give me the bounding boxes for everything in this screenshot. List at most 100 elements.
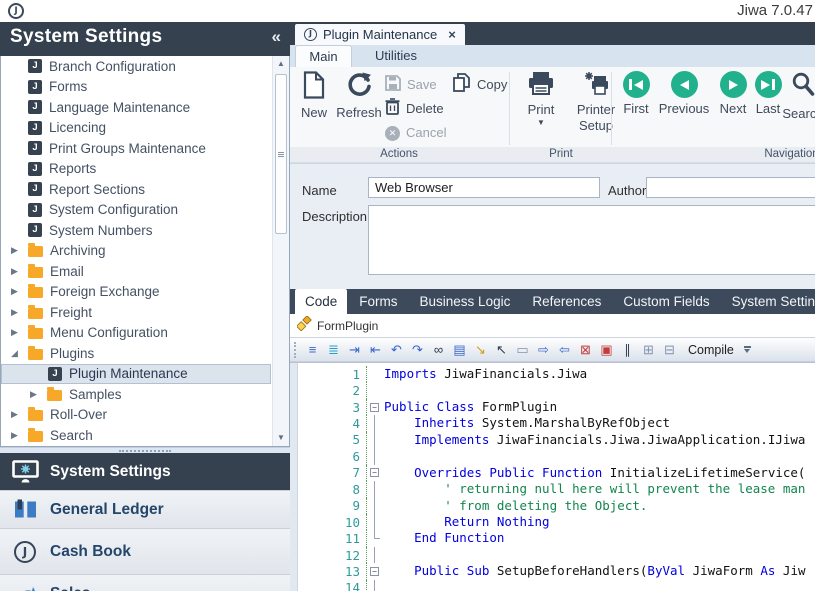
name-field[interactable]: [368, 177, 600, 198]
code-editor[interactable]: 1Imports JiwaFinancials.Jiwa23−Public Cl…: [290, 362, 815, 591]
format-document-icon[interactable]: ≡: [302, 341, 323, 359]
scroll-down-icon[interactable]: ▼: [273, 430, 289, 446]
expand-arrow-icon[interactable]: ▶: [28, 389, 47, 400]
scroll-up-icon[interactable]: ▲: [273, 56, 289, 72]
expand-arrow-icon[interactable]: ▶: [9, 245, 28, 256]
tree-item-language-maintenance[interactable]: JLanguage Maintenance: [1, 97, 271, 118]
tree-item-system-numbers[interactable]: JSystem Numbers: [1, 220, 271, 241]
delete-bookmark-icon[interactable]: ⊠: [575, 341, 596, 359]
nav-item-general-ledger[interactable]: General Ledger: [0, 491, 290, 529]
code-text[interactable]: ' returning null here will prevent the l…: [384, 481, 805, 497]
expand-arrow-icon[interactable]: ▶: [9, 327, 28, 338]
tab-custom-fields[interactable]: Custom Fields: [613, 289, 719, 314]
fold-collapse-icon[interactable]: −: [370, 567, 379, 576]
pause-icon[interactable]: ∥: [617, 341, 638, 359]
tree-item-roll-over[interactable]: ▶Roll-Over: [1, 405, 271, 426]
step-forward-icon[interactable]: ⇨: [533, 341, 554, 359]
toolbar-grip-icon[interactable]: [294, 342, 297, 358]
expand-arrow-icon[interactable]: ▶: [9, 286, 28, 297]
pointer-icon[interactable]: ↖: [491, 341, 512, 359]
expand-arrow-icon[interactable]: ▶: [9, 430, 28, 441]
cancel-button[interactable]: ✕ Cancel: [385, 121, 446, 145]
fold-collapse-icon[interactable]: −: [370, 468, 379, 477]
breakpoint-icon[interactable]: ▣: [596, 341, 617, 359]
delete-button[interactable]: Delete: [385, 97, 444, 121]
first-button[interactable]: First: [614, 71, 658, 116]
redo-icon[interactable]: ↷: [407, 341, 428, 359]
fold-margin: [366, 481, 380, 497]
run-window-icon[interactable]: ⊟: [659, 341, 680, 359]
tree-item-email[interactable]: ▶Email: [1, 261, 271, 282]
expand-arrow-icon[interactable]: ▶: [9, 409, 28, 420]
previous-button[interactable]: Previous: [656, 71, 712, 116]
close-tab-icon[interactable]: ×: [448, 27, 456, 42]
code-text[interactable]: Public Class FormPlugin: [384, 399, 557, 415]
new-button[interactable]: New: [296, 71, 332, 120]
tree-item-menu-configuration[interactable]: ▶Menu Configuration: [1, 323, 271, 344]
form-plugin-tab[interactable]: FormPlugin: [317, 319, 378, 333]
tree-item-forms[interactable]: JForms: [1, 77, 271, 98]
outdent-icon[interactable]: ⇤: [365, 341, 386, 359]
tree-scrollbar[interactable]: ▲ ▼: [272, 56, 289, 446]
tree-item-reports[interactable]: JReports: [1, 159, 271, 180]
tab-business-logic[interactable]: Business Logic: [410, 289, 521, 314]
fold-collapse-icon[interactable]: −: [370, 403, 379, 412]
tree-item-print-groups-maintenance[interactable]: JPrint Groups Maintenance: [1, 138, 271, 159]
next-button[interactable]: Next: [713, 71, 753, 116]
tree-item-branch-configuration[interactable]: JBranch Configuration: [1, 56, 271, 77]
find-icon[interactable]: ∞: [428, 341, 449, 359]
tab-forms[interactable]: Forms: [349, 289, 407, 314]
code-text[interactable]: Inherits System.MarshalByRefObject: [384, 415, 670, 431]
code-text[interactable]: Public Sub SetupBeforeHandlers(ByVal Jiw…: [384, 563, 806, 579]
tree-item-freight[interactable]: ▶Freight: [1, 302, 271, 323]
tree-item-system-configuration[interactable]: JSystem Configuration: [1, 200, 271, 221]
collapse-sidebar-icon[interactable]: «: [272, 27, 281, 47]
document-tab-plugin-maintenance[interactable]: J Plugin Maintenance ×: [295, 24, 465, 45]
format-selection-icon[interactable]: ≣: [323, 341, 344, 359]
compile-button[interactable]: Compile: [680, 343, 742, 357]
folder-icon: [28, 308, 43, 319]
tree-item-plugin-maintenance[interactable]: JPlugin Maintenance: [1, 364, 271, 385]
tree-item-report-sections[interactable]: JReport Sections: [1, 179, 271, 200]
comment-box-icon[interactable]: ▭: [512, 341, 533, 359]
tree-item-search[interactable]: ▶Search: [1, 425, 271, 446]
nav-item-cash-book[interactable]: JCash Book: [0, 529, 290, 575]
tree-item-licencing[interactable]: JLicencing: [1, 118, 271, 139]
step-back-icon[interactable]: ⇦: [554, 341, 575, 359]
tree-item-plugins[interactable]: ◢Plugins: [1, 343, 271, 364]
nav-item-system-settings[interactable]: System Settings: [0, 453, 290, 491]
ribbon-tab-utilities[interactable]: Utilities: [360, 45, 432, 67]
indent-icon[interactable]: ⇥: [344, 341, 365, 359]
collapse-arrow-icon[interactable]: ◢: [9, 348, 28, 359]
print-dropdown-icon[interactable]: ▼: [537, 119, 545, 126]
tab-code[interactable]: Code: [295, 289, 347, 314]
tree-item-foreign-exchange[interactable]: ▶Foreign Exchange: [1, 282, 271, 303]
code-text[interactable]: End Function: [384, 530, 504, 546]
goto-definition-icon[interactable]: ↘: [470, 341, 491, 359]
print-button[interactable]: Print ▼: [518, 71, 564, 126]
code-text[interactable]: ' from deleting the Object.: [384, 498, 647, 514]
tab-references[interactable]: References: [522, 289, 611, 314]
expand-arrow-icon[interactable]: ▶: [9, 266, 28, 277]
replace-icon[interactable]: ▤: [449, 341, 470, 359]
expand-arrow-icon[interactable]: ▶: [9, 307, 28, 318]
toolbar-overflow-icon[interactable]: [744, 346, 751, 353]
tree-item-archiving[interactable]: ▶Archiving: [1, 241, 271, 262]
search-button[interactable]: Search: [778, 71, 815, 121]
scrollbar-thumb[interactable]: [275, 74, 287, 234]
window-icon[interactable]: ⊞: [638, 341, 659, 359]
copy-button[interactable]: Copy: [453, 73, 507, 97]
code-text[interactable]: Return Nothing: [384, 514, 550, 530]
code-text[interactable]: Overrides Public Function InitializeLife…: [384, 465, 805, 481]
ribbon-tab-main[interactable]: Main: [295, 45, 352, 67]
tree-item-samples[interactable]: ▶Samples: [1, 384, 271, 405]
tab-system-settings[interactable]: System Settings: [722, 289, 815, 314]
author-field[interactable]: [646, 177, 815, 198]
nav-item-sales[interactable]: Sales: [0, 575, 290, 591]
refresh-button[interactable]: Refresh: [332, 71, 386, 120]
code-text[interactable]: Imports JiwaFinancials.Jiwa: [384, 366, 587, 382]
description-field[interactable]: [368, 205, 815, 275]
undo-icon[interactable]: ↶: [386, 341, 407, 359]
save-button[interactable]: Save: [385, 73, 437, 97]
code-text[interactable]: Implements JiwaFinancials.Jiwa.JiwaAppli…: [384, 432, 805, 448]
